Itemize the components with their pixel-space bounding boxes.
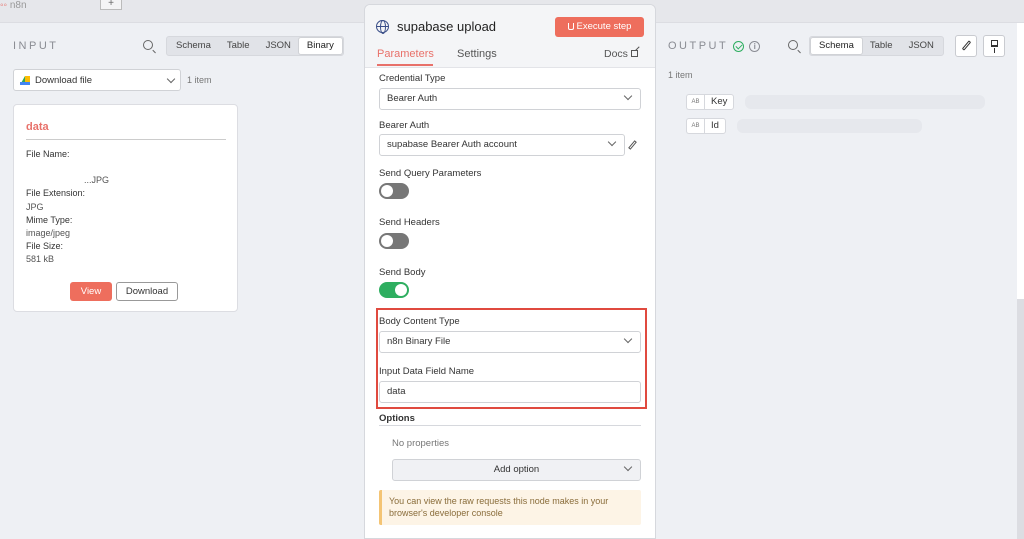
options-divider <box>379 425 641 426</box>
tab-table[interactable]: Table <box>219 38 258 54</box>
search-icon[interactable] <box>788 40 798 50</box>
schema-field-row: AB Key <box>686 94 735 110</box>
string-type-icon: AB <box>686 94 704 110</box>
input-node-select[interactable]: Download file <box>13 69 181 91</box>
options-label: Options <box>379 413 415 424</box>
pencil-icon <box>961 40 972 51</box>
dialog-header: supabase upload Execute step Parameters … <box>365 5 655 68</box>
chevron-down-icon <box>623 334 633 344</box>
pin-icon <box>991 40 998 53</box>
card-divider <box>26 139 226 140</box>
add-option-button[interactable]: Add option <box>392 459 641 481</box>
docs-link[interactable]: Docs <box>604 48 638 60</box>
input-panel-title: INPUT <box>13 40 59 52</box>
file-size-label: File Size: <box>26 241 64 252</box>
execute-step-label: Execute step <box>576 21 632 32</box>
chevron-down-icon <box>607 137 617 147</box>
schema-field-key[interactable]: Key <box>704 94 735 110</box>
chevron-down-icon <box>166 74 176 83</box>
binary-card-title: data <box>26 121 49 133</box>
send-query-label: Send Query Parameters <box>379 168 482 179</box>
output-view-tabs: Schema Table JSON <box>809 36 944 56</box>
input-panel: INPUT Schema Table JSON Binary Download … <box>0 23 365 539</box>
success-check-icon <box>733 40 745 52</box>
output-panel-title: OUTPUT i <box>668 40 761 52</box>
docs-label: Docs <box>604 48 628 60</box>
mime-type-label: Mime Type: <box>26 214 73 225</box>
file-name-value: ...JPG <box>84 175 110 186</box>
edit-credential-icon[interactable] <box>628 140 637 150</box>
node-settings-dialog: supabase upload Execute step Parameters … <box>364 4 656 539</box>
developer-console-notice: You can view the raw requests this node … <box>379 490 641 525</box>
tab-json[interactable]: JSON <box>901 38 942 54</box>
chevron-down-icon <box>623 91 633 101</box>
tab-binary[interactable]: Binary <box>298 38 342 54</box>
bearer-auth-select[interactable]: supabase Bearer Auth account <box>379 134 625 156</box>
external-link-icon <box>630 50 638 57</box>
file-size-value: 581 kB <box>26 254 55 265</box>
view-button[interactable]: View <box>70 282 112 301</box>
n8n-logo: ◦◦ n8n <box>0 0 27 11</box>
node-title[interactable]: supabase upload <box>397 19 496 34</box>
canvas-edge <box>1017 23 1024 299</box>
send-body-toggle[interactable] <box>379 282 409 298</box>
redacted-value <box>745 95 985 109</box>
binary-data-card: data File Name: ...JPG File Extension: J… <box>13 104 238 312</box>
input-field-name-input[interactable]: data <box>379 381 641 403</box>
credential-type-value: Bearer Auth <box>387 93 438 104</box>
add-option-label: Add option <box>493 464 540 475</box>
no-properties-text: No properties <box>392 438 450 449</box>
tab-schema[interactable]: Schema <box>168 38 219 54</box>
send-query-toggle[interactable] <box>379 183 409 199</box>
input-node-select-value: Download file <box>35 74 93 86</box>
mime-type-value: image/jpeg <box>26 228 71 239</box>
body-content-type-select[interactable]: n8n Binary File <box>379 331 641 353</box>
credential-type-label: Credential Type <box>379 73 446 84</box>
download-button[interactable]: Download <box>116 282 178 301</box>
file-extension-label: File Extension: <box>26 188 86 199</box>
schema-field-row: AB Id <box>686 118 726 134</box>
chevron-down-icon <box>623 462 633 472</box>
execute-step-button[interactable]: Execute step <box>555 17 644 37</box>
edit-output-button[interactable] <box>955 35 977 57</box>
tab-schema[interactable]: Schema <box>811 38 862 54</box>
body-content-type-label: Body Content Type <box>379 316 460 327</box>
body-content-type-value: n8n Binary File <box>387 336 451 347</box>
redacted-value <box>737 119 922 133</box>
output-panel: OUTPUT i Schema Table JSON 1 item AB Key… <box>655 23 1017 539</box>
tab-parameters[interactable]: Parameters <box>377 48 434 66</box>
globe-icon <box>376 20 389 34</box>
send-headers-toggle[interactable] <box>379 233 409 249</box>
bearer-auth-label: Bearer Auth <box>379 120 430 131</box>
pin-data-button[interactable] <box>983 35 1005 57</box>
tab-json[interactable]: JSON <box>258 38 299 54</box>
google-drive-icon <box>20 75 30 85</box>
bearer-auth-value: supabase Bearer Auth account <box>387 139 517 150</box>
file-extension-value: JPG <box>26 201 44 212</box>
tab-table[interactable]: Table <box>862 38 901 54</box>
flask-icon <box>567 23 574 30</box>
send-body-label: Send Body <box>379 267 426 278</box>
input-item-count: 1 item <box>187 75 212 85</box>
add-node-button[interactable]: + <box>100 0 122 10</box>
input-view-tabs: Schema Table JSON Binary <box>166 36 344 56</box>
binary-metadata: File Name: ...JPG File Extension: JPG Mi… <box>26 148 109 267</box>
output-item-count: 1 item <box>668 70 693 80</box>
search-icon[interactable] <box>143 40 153 50</box>
info-icon[interactable]: i <box>749 40 761 52</box>
schema-field-key[interactable]: Id <box>704 118 726 134</box>
credential-type-select[interactable]: Bearer Auth <box>379 88 641 110</box>
string-type-icon: AB <box>686 118 704 134</box>
output-title-text: OUTPUT <box>668 40 729 52</box>
file-name-redacted <box>26 161 109 174</box>
tab-settings[interactable]: Settings <box>457 48 497 60</box>
input-field-name-label: Input Data Field Name <box>379 366 475 377</box>
file-name-label: File Name: <box>26 149 70 159</box>
send-headers-label: Send Headers <box>379 217 440 228</box>
